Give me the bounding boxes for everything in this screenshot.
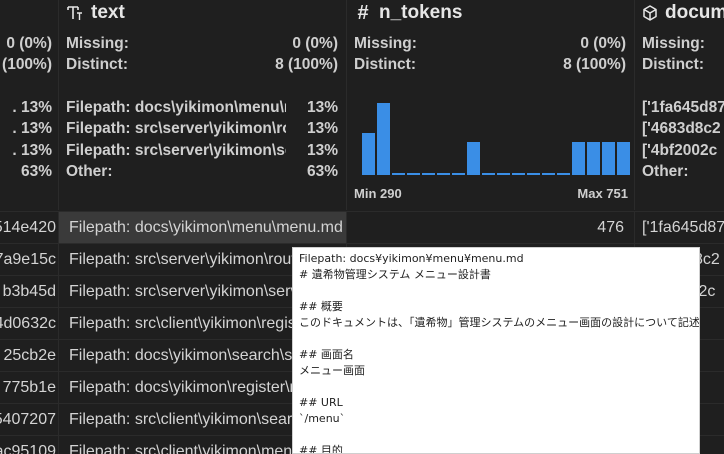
id-distinct-stat: (100%)	[2, 56, 52, 73]
ntokens-missing-stat: Missing: 0 (0%)	[354, 35, 626, 52]
histogram-bar[interactable]	[437, 173, 450, 175]
ntokens-histogram[interactable]	[361, 98, 631, 175]
histogram-bar[interactable]	[422, 173, 435, 175]
text-missing-stat: Missing: 0 (0%)	[66, 35, 338, 52]
tooltip-line: Filepath: docs¥yikimon¥menu¥menu.md	[299, 252, 524, 265]
tooltip-line: ## 概要	[299, 300, 343, 313]
tooltip-line: ## 目的	[299, 444, 343, 454]
row-id-cell[interactable]: 514e420	[0, 212, 58, 244]
docs-missing-stat: Missing:	[642, 35, 705, 52]
row-id-cell[interactable]: 7a9e15c	[0, 244, 58, 276]
table-row[interactable]: 514e420Filepath: docs\yikimon\menu\menu.…	[0, 211, 724, 244]
id-cat-other: 63%	[20, 163, 52, 180]
histogram-bar[interactable]	[512, 173, 525, 175]
histogram-bar[interactable]	[467, 142, 480, 175]
histogram-max-label: Max 751	[577, 186, 628, 201]
docs-distinct-stat: Distinct:	[642, 56, 704, 73]
row-id-cell[interactable]: ac95109	[0, 436, 58, 454]
row-id-cell[interactable]: b3b45d	[0, 276, 58, 308]
id-cat-2: . 13%	[12, 120, 52, 137]
histogram-bar[interactable]	[557, 173, 570, 175]
histogram-bar[interactable]	[377, 103, 390, 175]
tooltip-line: # 遺希物管理システム メニュー設計書	[299, 268, 491, 281]
text-column-header: text Missing: 0 (0%) Distinct: 8 (100%) Fi…	[58, 0, 346, 210]
docs-cat-3: ['4bf2002c	[642, 142, 718, 159]
row-id-cell[interactable]: 4d0632c	[0, 308, 58, 340]
row-documents-cell[interactable]: ['1fa645d87	[634, 212, 724, 244]
id-column-header: 0 (0%) (100%) . 13% . 13% . 13% 63%	[0, 0, 58, 210]
docs-cat-2: ['4683d8c2	[642, 120, 721, 137]
docs-cat-1: ['1fa645d87	[642, 99, 724, 116]
text-column-title[interactable]: text	[59, 0, 346, 26]
documents-column-header: documents Missing: Distinct: ['1fa645d87…	[634, 0, 724, 210]
histogram-bar[interactable]	[542, 173, 555, 175]
tooltip-line	[299, 283, 693, 299]
text-type-icon	[65, 3, 85, 23]
histogram-bar[interactable]	[452, 173, 465, 175]
text-cat-1: Filepath: docs\yikimon\menu\menu.md13%	[66, 99, 338, 116]
text-cat-other: Other: 63%	[66, 163, 338, 180]
text-cat-2: Filepath: src\server\yikimon\routes.ts13…	[66, 120, 338, 137]
id-missing-stat: 0 (0%)	[6, 35, 52, 52]
histogram-bar[interactable]	[617, 142, 630, 175]
tooltip-line	[299, 331, 693, 347]
ntokens-distinct-stat: Distinct: 8 (100%)	[354, 56, 626, 73]
documents-column-title[interactable]: documents	[635, 0, 724, 26]
cell-tooltip: Filepath: docs¥yikimon¥menu¥menu.md # 遺希物…	[292, 247, 700, 454]
id-cat-1: . 13%	[12, 99, 52, 116]
row-text-cell[interactable]: Filepath: docs\yikimon\menu\menu.md	[58, 212, 346, 244]
row-ntokens-cell[interactable]: 476	[346, 212, 634, 244]
histogram-bar[interactable]	[572, 142, 585, 175]
histogram-bar[interactable]	[392, 173, 405, 175]
histogram-bar[interactable]	[407, 173, 420, 175]
histogram-bar[interactable]	[602, 142, 615, 175]
row-id-cell[interactable]: 5407207	[0, 404, 58, 436]
tooltip-line: このドキュメントは、「遺希物」管理システムのメニュー画面の設計について記述します…	[299, 316, 700, 329]
tooltip-line: ## URL	[299, 396, 343, 409]
histogram-bar[interactable]	[482, 173, 495, 175]
row-id-cell[interactable]: 775b1e	[0, 372, 58, 404]
histogram-bar[interactable]	[362, 133, 375, 175]
id-cat-3: . 13%	[12, 142, 52, 159]
tooltip-line: `/menu`	[299, 412, 346, 425]
tooltip-line	[299, 427, 693, 443]
tooltip-line: メニュー画面	[299, 364, 365, 377]
number-type-icon: #	[357, 1, 369, 24]
tooltip-line	[299, 379, 693, 395]
row-id-cell[interactable]: 25cb2e	[0, 340, 58, 372]
docs-cat-other: Other:	[642, 163, 689, 180]
ntokens-column-title[interactable]: # n_tokens	[347, 0, 634, 26]
text-cat-3: Filepath: src\server\yikimon\service.ts1…	[66, 142, 338, 159]
text-distinct-stat: Distinct: 8 (100%)	[66, 56, 338, 73]
histogram-bar[interactable]	[587, 142, 600, 175]
ntokens-column-header: # n_tokens Missing: 0 (0%) Distinct: 8 (10…	[346, 0, 634, 210]
histogram-min-label: Min 290	[354, 186, 402, 201]
tooltip-line: ## 画面名	[299, 348, 354, 361]
histogram-bar[interactable]	[497, 173, 510, 175]
object-type-icon	[641, 3, 659, 23]
histogram-bar[interactable]	[527, 173, 540, 175]
